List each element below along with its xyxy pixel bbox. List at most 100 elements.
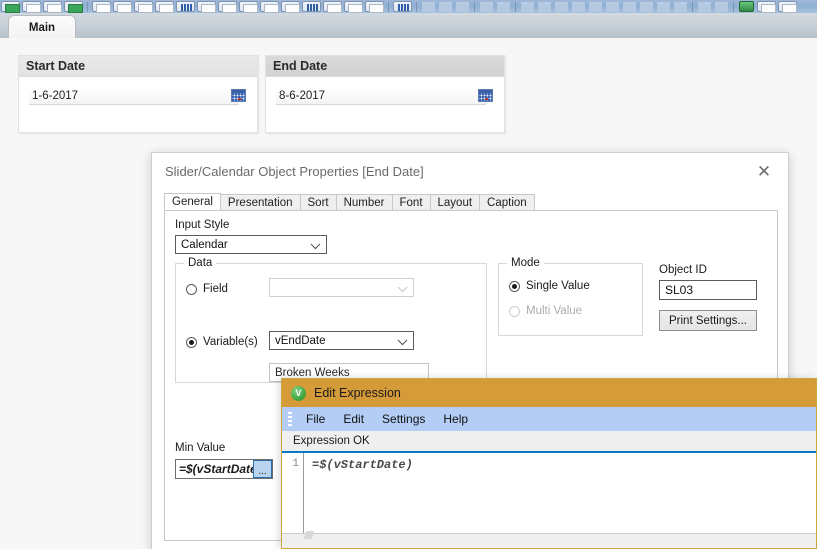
align-top-icon[interactable] — [555, 2, 568, 12]
tab-presentation-label: Presentation — [227, 196, 293, 209]
button-object-icon[interactable] — [239, 1, 258, 13]
tab-number-label: Number — [343, 196, 385, 209]
toolbar-separator-2 — [388, 2, 389, 12]
tab-layout[interactable]: Layout — [429, 194, 481, 211]
line-arrow-object-icon[interactable] — [281, 1, 300, 13]
current-selections-icon[interactable] — [218, 1, 237, 13]
multi-box-icon[interactable] — [134, 1, 153, 13]
save-document-icon[interactable] — [43, 1, 62, 13]
menu-help[interactable]: Help — [434, 407, 477, 431]
properties-dialog-titlebar[interactable]: Slider/Calendar Object Properties [End D… — [152, 153, 788, 189]
tab-caption[interactable]: Caption — [479, 194, 535, 211]
object-id-label: Object ID — [659, 264, 707, 276]
field-radio[interactable]: Field — [186, 283, 228, 295]
align-left-icon[interactable] — [521, 2, 534, 12]
unlock-icon[interactable] — [497, 2, 510, 12]
slider-calendar-object-icon[interactable] — [302, 1, 321, 12]
chevron-down-icon — [310, 238, 321, 249]
min-value-label-text: Min Value — [175, 442, 226, 454]
export-to-excel-icon[interactable] — [739, 1, 754, 12]
min-value-edit-expression-button[interactable]: ... — [253, 460, 272, 478]
single-value-radio[interactable]: Single Value — [509, 280, 590, 292]
tab-number[interactable]: Number — [335, 194, 393, 211]
menu-settings[interactable]: Settings — [373, 407, 434, 431]
align-right-icon[interactable] — [538, 2, 551, 12]
end-date-body: 8-6-2017 — [266, 77, 504, 129]
zoom-out-icon[interactable] — [698, 2, 711, 12]
print-settings-button[interactable]: Print Settings... — [659, 310, 757, 331]
chart-wizard-icon[interactable] — [393, 1, 412, 12]
ellipsis-label: ... — [258, 466, 267, 477]
end-date-object[interactable]: End Date 8-6-2017 — [265, 55, 505, 133]
calendar-icon[interactable] — [231, 89, 246, 102]
zoom-in-icon[interactable] — [715, 2, 728, 12]
properties-dialog-title: Slider/Calendar Object Properties [End D… — [165, 163, 424, 179]
variables-select[interactable]: vEndDate — [269, 331, 414, 350]
edit-expression-title: Edit Expression — [314, 386, 401, 400]
toolbar-separator-7 — [733, 2, 734, 12]
back-icon[interactable] — [439, 2, 452, 12]
input-box-icon[interactable] — [197, 1, 216, 13]
qlikview-logo-icon: V — [291, 385, 306, 401]
toolbar-group-objects — [91, 0, 385, 13]
close-icon[interactable]: ✕ — [748, 159, 780, 183]
chart-icon[interactable] — [176, 1, 195, 12]
tab-sort[interactable]: Sort — [299, 194, 337, 211]
distribute-horizontally-icon[interactable] — [589, 2, 602, 12]
container-object-icon[interactable] — [365, 1, 384, 13]
menu-file[interactable]: File — [297, 407, 334, 431]
search-object-icon[interactable] — [344, 1, 363, 13]
sheet-tab-main[interactable]: Main — [8, 15, 76, 39]
start-date-value: 1-6-2017 — [32, 90, 79, 102]
input-style-select[interactable]: Calendar — [175, 235, 327, 254]
table-box-icon[interactable] — [155, 1, 174, 13]
clear-selection-icon[interactable] — [422, 2, 435, 12]
print-preview-icon[interactable] — [778, 1, 797, 13]
object-id-input[interactable]: SL03 — [659, 280, 757, 300]
start-date-object[interactable]: Start Date 1-6-2017 — [18, 55, 258, 133]
resize-equal-width-icon[interactable] — [623, 2, 636, 12]
open-document-icon[interactable] — [22, 1, 41, 13]
tab-font[interactable]: Font — [391, 194, 431, 211]
lock-icon[interactable] — [480, 2, 493, 12]
list-box-icon[interactable] — [92, 1, 111, 13]
forward-icon[interactable] — [456, 2, 469, 12]
expression-status-text: Expression OK — [293, 435, 370, 447]
distribute-vertically-icon[interactable] — [606, 2, 619, 12]
field-select[interactable] — [269, 278, 414, 297]
toolbar-separator-3 — [416, 2, 417, 12]
sheet-tab-bar: Main — [0, 13, 817, 39]
expression-code-text[interactable]: =$(vStartDate) — [304, 453, 413, 538]
chevron-down-icon — [397, 334, 408, 345]
start-date-input[interactable]: 1-6-2017 — [29, 88, 239, 105]
variables-radio[interactable]: Variable(s) — [186, 336, 258, 348]
menu-edit[interactable]: Edit — [334, 407, 373, 431]
align-bottom-icon[interactable] — [572, 2, 585, 12]
calendar-icon-today-marker — [485, 98, 488, 100]
tab-font-label: Font — [399, 196, 423, 209]
expression-editor[interactable]: 1 =$(vStartDate) — [282, 453, 816, 538]
resize-equal-height-icon[interactable] — [640, 2, 653, 12]
calendar-icon-today-marker — [238, 98, 241, 100]
new-document-icon[interactable] — [1, 1, 20, 13]
tab-general[interactable]: General — [164, 193, 221, 211]
statistics-box-icon[interactable] — [113, 1, 132, 13]
app-window: Main Start Date 1-6-2017 End Date 8-6-20… — [0, 0, 817, 549]
calendar-icon[interactable] — [478, 89, 493, 102]
object-id-value: SL03 — [665, 283, 694, 297]
end-date-input[interactable]: 8-6-2017 — [276, 88, 486, 105]
reload-icon[interactable] — [64, 1, 83, 13]
edit-expression-menubar: File Edit Settings Help — [282, 407, 816, 431]
properties-tab-strip: General Presentation Sort Number Font La… — [164, 193, 535, 211]
text-object-icon[interactable] — [260, 1, 279, 13]
tab-presentation[interactable]: Presentation — [219, 194, 301, 211]
bookmark-object-icon[interactable] — [323, 1, 342, 13]
space-vertically-icon[interactable] — [674, 2, 687, 12]
edit-expression-titlebar[interactable]: V Edit Expression — [282, 379, 816, 407]
space-horizontally-icon[interactable] — [657, 2, 670, 12]
tab-layout-label: Layout — [437, 196, 473, 209]
print-icon[interactable] — [757, 1, 776, 13]
menubar-grip-handle[interactable] — [288, 412, 292, 426]
min-value-expression-input[interactable]: =$(vStartDate) ... — [175, 459, 273, 479]
object-id-label-text: Object ID — [659, 264, 707, 276]
